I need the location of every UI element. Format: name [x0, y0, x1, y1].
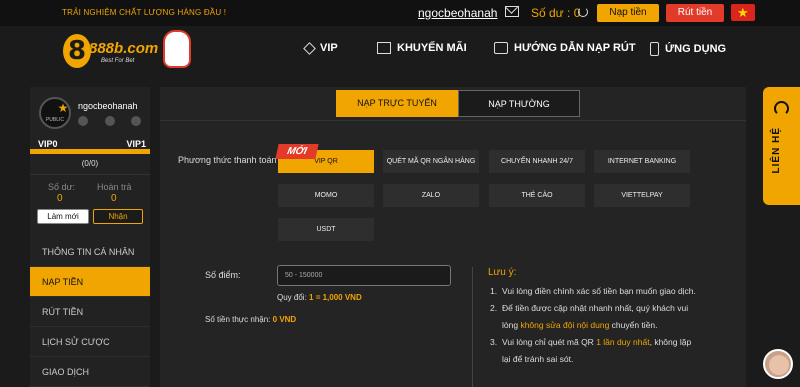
nav-label: VIP: [320, 42, 338, 54]
logo-brand: 888b.com: [89, 40, 159, 57]
notes-list: 1. Vui lòng điền chính xác số tiền bạn m…: [490, 283, 700, 368]
contact-label: LIÊN HỆ: [771, 127, 782, 174]
account-menu: THÔNG TIN CÁ NHÂN NẠP TIỀN RÚT TIỀN LỊCH…: [30, 237, 150, 387]
payment-bank-qr[interactable]: QUÉT MÃ QR NGÂN HÀNG: [383, 150, 479, 173]
gift-icon: [377, 42, 391, 54]
deposit-button[interactable]: Nạp tiền: [597, 4, 659, 22]
refresh-button[interactable]: Làm mới: [37, 209, 89, 224]
vip-next: VIP1: [126, 139, 146, 149]
nav-vip[interactable]: VIP: [303, 41, 338, 55]
note-number: 2.: [490, 303, 498, 313]
note-text: Vui lòng điền chính xác số tiền bạn muốn…: [502, 286, 696, 296]
receive-label: Số tiền thực nhận:: [205, 315, 271, 324]
note-text-part: chuyển tiền.: [609, 320, 658, 330]
slogan: TRẢI NGHIỆM CHẤT LƯỢNG HÀNG ĐẦU !: [62, 8, 227, 17]
nav-label: KHUYẾN MÃI: [397, 42, 467, 54]
lucky-cat-icon: [163, 30, 191, 68]
balance-value: 0: [57, 193, 63, 204]
exchange-rate: Quy đổi: 1 = 1,000 VND: [277, 293, 362, 302]
tab-normal-deposit[interactable]: NẠP THƯỜNG: [458, 90, 580, 117]
amount-input[interactable]: [277, 265, 451, 286]
username-link[interactable]: ngocbeohanah: [418, 6, 497, 20]
payment-zalo[interactable]: ZALO: [383, 184, 479, 207]
receive-button[interactable]: Nhận: [93, 209, 143, 224]
rate-value: 1 = 1,000 VND: [309, 293, 362, 302]
note-number: 3.: [490, 337, 498, 347]
live-chat-avatar[interactable]: [763, 349, 793, 379]
deposit-panel: NẠP TRỰC TUYẾN NẠP THƯỜNG Phương thức th…: [160, 87, 746, 387]
nav-label: HƯỚNG DẪN NẠP RÚT: [514, 42, 636, 54]
balance-display: Số dư : 0: [531, 6, 581, 20]
avatar-badge: PUBLIC: [45, 117, 65, 123]
note-item: 3. Vui lòng chỉ quét mã QR 1 lần duy nhấ…: [490, 334, 700, 368]
menu-item-withdraw[interactable]: RÚT TIỀN: [30, 297, 150, 327]
nav-app[interactable]: ỨNG DỤNG: [650, 42, 726, 56]
divider: [160, 120, 746, 121]
header: 8 888b.com Best For Bet VIP KHUYẾN MÃI H…: [0, 26, 800, 72]
payment-usdt[interactable]: USDT: [278, 218, 374, 241]
payment-internet-banking[interactable]: INTERNET BANKING: [594, 150, 690, 173]
actual-receive: Số tiền thực nhận: 0 VND: [205, 315, 296, 324]
nav-label: ỨNG DỤNG: [665, 43, 727, 55]
receive-value: 0 VND: [272, 315, 297, 324]
phone-icon: [650, 42, 659, 56]
deposit-tabs: NẠP TRỰC TUYẾN NẠP THƯỜNG: [336, 90, 580, 117]
vip-progress-text: (0/0): [81, 159, 99, 168]
balance-label: Số dư:: [48, 182, 76, 192]
note-text: Vui lòng chỉ quét mã QR 1 lần duy nhất, …: [502, 334, 700, 368]
sidebar-username: ngocbeohanah: [78, 101, 138, 111]
wallet-icon: [494, 42, 508, 54]
payment-card[interactable]: THẺ CÀO: [489, 184, 585, 207]
note-item: 2. Để tiền được cập nhật nhanh nhất, quý…: [490, 300, 700, 334]
mail-icon[interactable]: [505, 6, 519, 17]
notes-title: Lưu ý:: [488, 267, 517, 278]
payment-method-label: Phương thức thanh toán: [178, 155, 277, 165]
verify-icon[interactable]: [78, 116, 88, 126]
divider: [472, 267, 473, 387]
note-number: 1.: [490, 286, 498, 296]
avatar[interactable]: ★ PUBLIC: [39, 97, 71, 129]
nav-promotions[interactable]: KHUYẾN MÃI: [377, 42, 467, 54]
tab-online-deposit[interactable]: NẠP TRỰC TUYẾN: [336, 90, 458, 117]
note-highlight: 1 lần duy nhất: [596, 337, 650, 347]
refresh-icon[interactable]: [578, 7, 588, 17]
note-item: 1. Vui lòng điền chính xác số tiền bạn m…: [490, 283, 700, 300]
diamond-icon: [303, 41, 316, 55]
logo-tagline: Best For Bet: [101, 58, 135, 64]
payment-momo[interactable]: MOMO: [278, 184, 374, 207]
menu-item-bet-history[interactable]: LỊCH SỬ CƯỢC: [30, 327, 150, 357]
nav-deposit-guide[interactable]: HƯỚNG DẪN NẠP RÚT: [494, 42, 636, 54]
rebate-label: Hoàn trả: [97, 182, 132, 192]
menu-item-deposit[interactable]: NẠP TIỀN: [30, 267, 150, 297]
logo-mark: 8: [63, 34, 91, 68]
note-text-part: Vui lòng chỉ quét mã QR: [502, 337, 597, 347]
note-text: Để tiền được cập nhật nhanh nhất, quý kh…: [502, 300, 700, 334]
logo[interactable]: 8 888b.com Best For Bet: [63, 30, 193, 70]
amount-label: Số điểm:: [205, 270, 241, 280]
headset-icon: [774, 101, 789, 116]
payment-fast-transfer[interactable]: CHUYỂN NHANH 24/7: [489, 150, 585, 173]
note-highlight: không sửa đội nội dung: [520, 320, 610, 330]
rebate-value: 0: [111, 193, 117, 204]
star-icon: ★: [57, 101, 69, 115]
menu-item-transactions[interactable]: GIAO DỊCH: [30, 357, 150, 387]
withdraw-button[interactable]: Rút tiền: [666, 4, 724, 22]
email-verify-icon[interactable]: [131, 116, 141, 126]
divider: [30, 174, 150, 175]
new-badge: MỚI: [275, 144, 319, 159]
contact-support-tab[interactable]: LIÊN HỆ: [763, 87, 800, 205]
top-bar: TRẢI NGHIỆM CHẤT LƯỢNG HÀNG ĐẦU ! ngocbe…: [0, 0, 800, 26]
menu-item-profile[interactable]: THÔNG TIN CÁ NHÂN: [30, 237, 150, 267]
vietnam-flag-icon[interactable]: [731, 4, 755, 21]
vip-current: VIP0: [38, 139, 58, 149]
payment-viettelpay[interactable]: VIETTELPAY: [594, 184, 690, 207]
rate-label: Quy đổi:: [277, 293, 307, 302]
phone-verify-icon[interactable]: [105, 116, 115, 126]
vip-progress-bar: [30, 149, 150, 154]
account-sidebar: ★ PUBLIC ngocbeohanah VIP0 VIP1 (0/0) Số…: [30, 87, 150, 387]
